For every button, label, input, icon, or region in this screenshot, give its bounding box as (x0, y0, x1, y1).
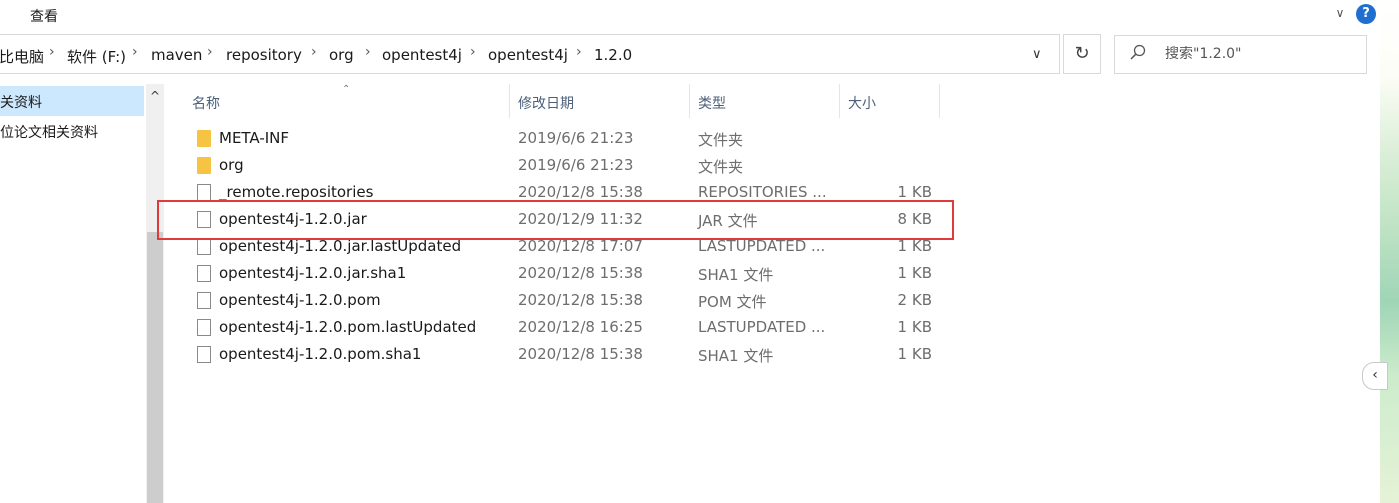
file-icon (197, 319, 211, 336)
desktop-background (1380, 0, 1399, 503)
file-row[interactable]: opentest4j-1.2.0.pom 2020/12/8 15:38 POM… (168, 287, 958, 314)
file-type: SHA1 文件 (698, 347, 774, 365)
file-name: META-INF (219, 129, 290, 147)
highlight-annotation-box (157, 200, 954, 240)
ribbon-tab-view[interactable]: 查看 (30, 6, 58, 26)
file-name: opentest4j-1.2.0.jar.sha1 (219, 264, 407, 282)
file-date: 2020/12/8 15:38 (518, 183, 643, 201)
chevron-right-icon[interactable]: › (49, 44, 55, 60)
scroll-up-icon[interactable]: ^ (146, 86, 164, 106)
breadcrumb-version[interactable]: 1.2.0 (594, 46, 632, 64)
file-date: 2020/12/8 15:38 (518, 264, 643, 282)
folder-icon (197, 130, 211, 147)
file-date: 2020/12/8 16:25 (518, 318, 643, 336)
file-row[interactable]: opentest4j-1.2.0.jar.sha1 2020/12/8 15:3… (168, 260, 958, 287)
column-header-label: 修改日期 (518, 96, 574, 112)
file-size: 1 KB (897, 264, 932, 282)
file-icon (197, 346, 211, 363)
nav-item-related-materials[interactable]: 关资料 (0, 86, 144, 116)
column-header-date[interactable]: 修改日期 (510, 84, 690, 118)
file-type: POM 文件 (698, 293, 767, 311)
nav-item-thesis-materials[interactable]: 位论文相关资料 (0, 116, 144, 146)
breadcrumb-opentest4j[interactable]: opentest4j (382, 46, 462, 64)
file-name: opentest4j-1.2.0.pom (219, 291, 381, 309)
file-name: org (219, 156, 244, 174)
help-icon[interactable]: ? (1356, 4, 1376, 24)
file-type: 文件夹 (698, 131, 744, 149)
chevron-left-icon[interactable]: ‹ (1362, 362, 1388, 390)
search-box[interactable] (1114, 35, 1367, 74)
sort-ascending-icon: ⌃ (342, 84, 351, 95)
file-row[interactable]: opentest4j-1.2.0.pom.sha1 2020/12/8 15:3… (168, 341, 958, 368)
chevron-right-icon[interactable]: › (470, 44, 476, 60)
breadcrumb-maven[interactable]: maven (151, 46, 202, 64)
search-input[interactable] (1165, 46, 1355, 62)
file-name: _remote.repositories (219, 183, 374, 201)
file-row[interactable]: META-INF 2019/6/6 21:23 文件夹 (168, 125, 958, 152)
nav-item-label: 关资料 (0, 95, 42, 111)
navigation-pane (0, 84, 146, 503)
nav-item-label: 位论文相关资料 (0, 125, 98, 141)
chevron-down-icon[interactable]: ∨ (1331, 4, 1349, 22)
file-date: 2020/12/8 15:38 (518, 291, 643, 309)
folder-icon (197, 157, 211, 174)
address-bar[interactable]: 比电脑 › 软件 (F:) › maven › repository › org… (0, 34, 1060, 74)
file-icon (197, 292, 211, 309)
file-size: 1 KB (897, 318, 932, 336)
file-size: 1 KB (897, 345, 932, 363)
file-type: 文件夹 (698, 158, 744, 176)
file-icon (197, 238, 211, 255)
column-header-label: 类型 (698, 96, 726, 112)
breadcrumb-org[interactable]: org (329, 46, 354, 64)
file-date: 2019/6/6 21:23 (518, 129, 634, 147)
file-row[interactable]: opentest4j-1.2.0.pom.lastUpdated 2020/12… (168, 314, 958, 341)
file-type: SHA1 文件 (698, 266, 774, 284)
search-icon[interactable] (1128, 43, 1148, 63)
file-size: 2 KB (897, 291, 932, 309)
file-name: opentest4j-1.2.0.pom.sha1 (219, 345, 422, 363)
file-row[interactable]: org 2019/6/6 21:23 文件夹 (168, 152, 958, 179)
ribbon-bar (0, 0, 1380, 30)
column-header-size[interactable]: 大小 (840, 84, 940, 118)
breadcrumb-drive[interactable]: 软件 (F:) (67, 46, 126, 67)
nav-scrollbar-thumb[interactable] (147, 232, 163, 503)
chevron-right-icon[interactable]: › (132, 44, 138, 60)
file-date: 2020/12/8 15:38 (518, 345, 643, 363)
chevron-right-icon[interactable]: › (311, 44, 317, 60)
breadcrumb-this-pc[interactable]: 比电脑 (0, 46, 44, 67)
file-name: opentest4j-1.2.0.pom.lastUpdated (219, 318, 477, 336)
file-type: REPOSITORIES ... (698, 183, 827, 201)
chevron-right-icon[interactable]: › (576, 44, 582, 60)
chevron-right-icon[interactable]: › (207, 44, 213, 60)
file-icon (197, 265, 211, 282)
refresh-button[interactable]: ↻ (1063, 34, 1101, 74)
column-header-label: 大小 (848, 96, 876, 112)
column-header-type[interactable]: 类型 (690, 84, 840, 118)
file-icon (197, 184, 211, 201)
file-size: 1 KB (897, 183, 932, 201)
file-type: LASTUPDATED ... (698, 318, 826, 336)
breadcrumb-opentest4j-2[interactable]: opentest4j (488, 46, 568, 64)
file-date: 2019/6/6 21:23 (518, 156, 634, 174)
chevron-right-icon[interactable]: › (365, 44, 371, 60)
column-header-label: 名称 (192, 96, 220, 112)
breadcrumb-repository[interactable]: repository (226, 46, 302, 64)
address-history-dropdown-icon[interactable]: ∨ (1032, 47, 1042, 62)
